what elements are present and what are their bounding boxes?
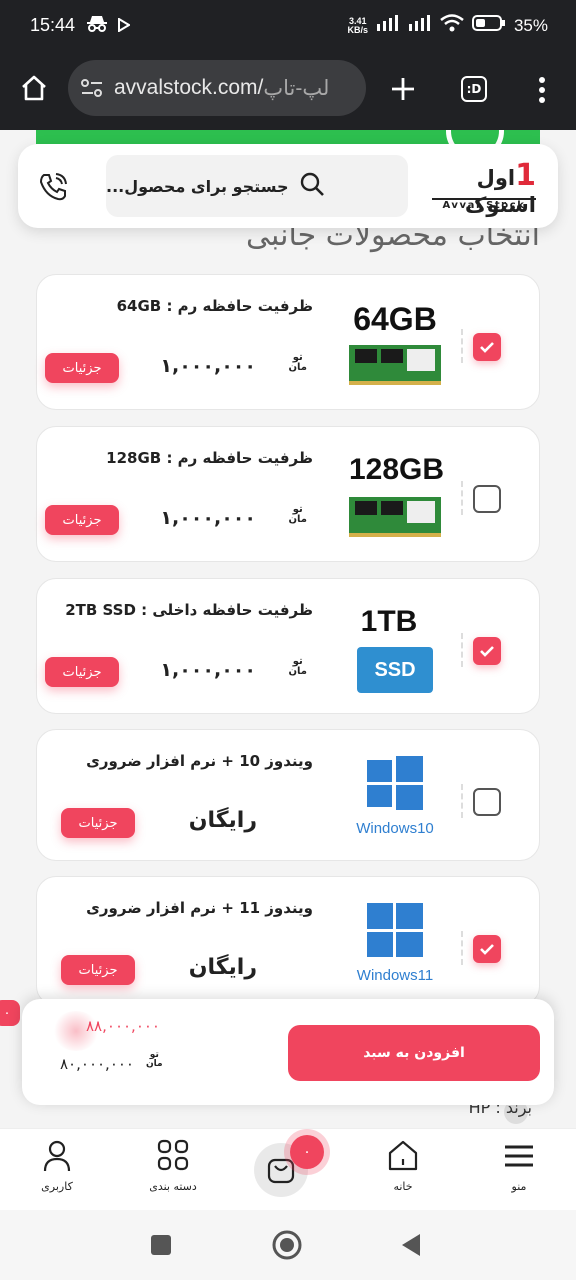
divider	[461, 633, 463, 667]
product-title: ویندوز 10 + نرم افزار ضروری	[86, 752, 313, 770]
grid-icon	[157, 1139, 189, 1176]
product-card[interactable]: ویندوز 10 + نرم افزار ضروری رایگان جزئیا…	[36, 729, 540, 861]
battery-icon	[471, 14, 506, 37]
address-bar[interactable]: avvalstock.com/لپ-تاپ	[68, 60, 366, 116]
nav-item-categories[interactable]: دسته بندی	[128, 1139, 218, 1193]
product-price: رایگان	[188, 955, 257, 980]
home-icon	[387, 1140, 419, 1176]
site-info-icon[interactable]	[80, 78, 104, 104]
phone-icon[interactable]	[38, 172, 68, 206]
new-tab-icon[interactable]	[390, 76, 416, 106]
nav-item-menu[interactable]: منو	[474, 1139, 564, 1193]
product-title: ظرفیت حافظه رم : 64GB	[116, 297, 313, 315]
back-icon[interactable]	[400, 1232, 422, 1262]
details-button[interactable]: جزئیات	[45, 353, 119, 383]
divider	[461, 931, 463, 965]
nav-label: منو	[511, 1180, 527, 1193]
currency-label: تو مان	[288, 504, 307, 525]
product-price: رایگان	[188, 808, 257, 833]
nav-label: خانه	[393, 1180, 413, 1193]
product-card[interactable]: ویندوز 11 + نرم افزار ضروری رایگان جزئیا…	[36, 876, 540, 1006]
nav-item-account[interactable]: کاربری	[12, 1139, 102, 1193]
details-button[interactable]: جزئیات	[61, 955, 135, 985]
product-title: ویندوز 11 + نرم افزار ضروری	[86, 899, 313, 917]
currency-label: تو مان	[288, 656, 307, 677]
ssd-image: 1TB SSD	[349, 605, 441, 695]
select-checkbox[interactable]	[473, 935, 501, 963]
nav-item-home[interactable]: خانه	[358, 1139, 448, 1193]
url-path: لپ-تاپ	[263, 76, 330, 100]
recent-apps-icon[interactable]	[150, 1234, 172, 1260]
hamburger-icon	[502, 1145, 536, 1176]
product-card[interactable]: ظرفیت حافظه رم : 64GB تو مان ۱,۰۰۰,۰۰۰ جز…	[36, 274, 540, 410]
signal-icon	[408, 14, 432, 37]
nav-label: کاربری	[41, 1180, 73, 1193]
ram-image: 64GB	[349, 301, 441, 391]
windows-logo-image: Windows11	[349, 903, 441, 993]
web-page: انتخاب محصولات جانبی 1اول استوک Avval St…	[0, 130, 576, 1128]
search-placeholder: جستجو برای محصول...	[106, 176, 289, 196]
details-button[interactable]: جزئیات	[45, 505, 119, 535]
windows-logo-image: Windows10	[349, 756, 441, 846]
select-checkbox[interactable]	[473, 788, 501, 816]
nav-label: دسته بندی	[149, 1180, 197, 1193]
select-checkbox[interactable]	[473, 333, 501, 361]
product-title: ظرفیت حافظه داخلی : 2TB SSD	[65, 601, 313, 619]
network-speed: 3.41 KB/s	[347, 15, 368, 35]
battery-percent: 35%	[513, 15, 548, 35]
divider	[461, 481, 463, 515]
home-button-icon[interactable]	[271, 1229, 303, 1265]
cart-bag-icon	[267, 1158, 295, 1188]
more-menu-icon[interactable]	[538, 76, 546, 108]
product-card[interactable]: ظرفیت حافظه رم : 128GB تو مان ۱,۰۰۰,۰۰۰ ج…	[36, 426, 540, 562]
url-domain: avvalstock.com/	[114, 76, 264, 99]
product-price: ۱,۰۰۰,۰۰۰	[160, 355, 256, 377]
tab-switcher-icon[interactable]: :D	[461, 76, 487, 102]
old-price: ۸۸,۰۰۰,۰۰۰	[86, 1017, 160, 1035]
select-checkbox[interactable]	[473, 485, 501, 513]
details-button[interactable]: جزئیات	[61, 808, 135, 838]
search-input[interactable]: جستجو برای محصول...	[106, 155, 408, 217]
signal-icon	[376, 14, 400, 37]
incognito-icon	[86, 14, 108, 38]
ram-image: 128GB	[349, 453, 444, 543]
product-price: ۱,۰۰۰,۰۰۰	[160, 659, 256, 681]
details-button[interactable]: جزئیات	[45, 657, 119, 687]
product-title: ظرفیت حافظه رم : 128GB	[106, 449, 313, 467]
site-logo[interactable]: 1اول استوک Avval Stock	[428, 156, 536, 218]
product-card[interactable]: ظرفیت حافظه داخلی : 2TB SSD تو مان ۱,۰۰۰,…	[36, 578, 540, 714]
status-time: 15:44	[30, 15, 76, 35]
home-icon[interactable]	[20, 74, 48, 106]
currency-label: تو مان	[288, 352, 307, 373]
cart-count-badge[interactable]: ۰	[290, 1135, 324, 1169]
add-to-cart-button[interactable]: افزودن به سبد	[288, 1025, 540, 1081]
product-price: ۱,۰۰۰,۰۰۰	[160, 507, 256, 529]
wifi-icon	[440, 14, 464, 37]
site-header: 1اول استوک Avval Stock جستجو برای محصول.…	[18, 144, 558, 228]
select-checkbox[interactable]	[473, 637, 501, 665]
divider	[461, 329, 463, 363]
user-icon	[42, 1140, 72, 1176]
play-icon	[118, 17, 131, 36]
total-price: ۸۰,۰۰۰,۰۰۰	[60, 1055, 134, 1073]
browser-toolbar: avvalstock.com/لپ-تاپ :D	[0, 52, 576, 130]
bottom-navigation: کاربری دسته بندی ۰ خانه منو	[0, 1128, 576, 1210]
add-to-cart-panel: ۸۸,۰۰۰,۰۰۰ ۸۰,۰۰۰,۰۰۰ تو مان افزودن به سب…	[22, 999, 554, 1105]
search-icon	[299, 171, 325, 201]
divider	[461, 784, 463, 818]
currency-label: تو مان	[146, 1050, 163, 1069]
cart-side-badge[interactable]: ۰	[0, 1000, 20, 1026]
system-navigation-bar	[0, 1210, 576, 1280]
status-bar: 15:44 3.41 KB/s 35%	[0, 0, 576, 52]
